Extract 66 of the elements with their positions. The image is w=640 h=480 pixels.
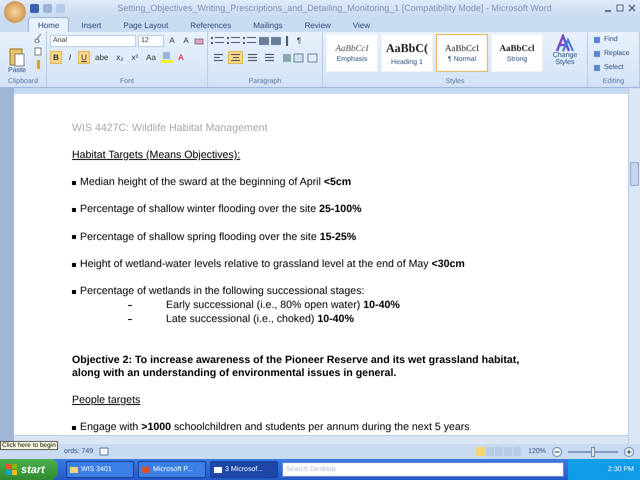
scissors-icon[interactable] bbox=[34, 34, 43, 43]
zoom-slider-thumb[interactable] bbox=[591, 446, 595, 456]
ribbon-tab[interactable]: View bbox=[342, 17, 380, 32]
shrink-font-button[interactable]: A bbox=[180, 34, 192, 47]
ribbon-tab[interactable]: Insert bbox=[71, 17, 112, 32]
bullet-icon bbox=[72, 262, 76, 267]
save-icon[interactable] bbox=[30, 4, 39, 12]
list-icon[interactable] bbox=[243, 36, 257, 46]
font-color-button[interactable]: A bbox=[174, 51, 187, 64]
clipboard-icon bbox=[9, 47, 25, 67]
borders-icon[interactable] bbox=[307, 52, 319, 62]
window-title: Setting_Objectives_Writing_Prescriptions_and_Detailing_Monitoring_1 [Compatibility Mode] - Microsoft Word bbox=[116, 3, 553, 13]
underline-button[interactable]: U bbox=[78, 51, 90, 64]
dash-icon bbox=[128, 319, 132, 320]
subscript-button[interactable]: x₂ bbox=[113, 51, 126, 64]
vertical-scrollbar[interactable] bbox=[628, 88, 640, 444]
section-heading: People targets bbox=[72, 394, 142, 408]
bullet-text: Engage with >1000 schoolchildren and students per annum during the next 5 years bbox=[80, 421, 470, 435]
document-header: WIS 4427C: Wildlife Habitat Management bbox=[72, 122, 268, 136]
close-icon[interactable] bbox=[628, 4, 636, 12]
strikethrough-button[interactable]: abe bbox=[92, 51, 112, 64]
list-icon[interactable] bbox=[211, 36, 225, 46]
grow-font-button[interactable]: A bbox=[166, 34, 178, 47]
bullet-text: Percentage of shallow spring flooding over the site 15-25% bbox=[80, 230, 356, 244]
bullet-icon bbox=[72, 426, 76, 430]
restore-icon[interactable] bbox=[616, 4, 624, 12]
ribbon-tab[interactable]: Page Layout bbox=[113, 17, 178, 32]
zoom-in-icon[interactable] bbox=[624, 446, 634, 456]
window-icon bbox=[142, 466, 150, 474]
window-icon bbox=[70, 466, 78, 474]
copy-icon[interactable] bbox=[34, 47, 43, 56]
section-heading: Habitat Targets (Means Objectives): bbox=[72, 149, 242, 162]
horizontal-scrollbar[interactable] bbox=[14, 435, 628, 444]
proofing-icon[interactable] bbox=[99, 447, 110, 456]
bullet-icon bbox=[72, 180, 76, 185]
bold-button[interactable]: B bbox=[50, 51, 62, 64]
sub-bullet-text: Early successional (i.e., 80% open water) 10-40% bbox=[166, 298, 400, 313]
ribbon-tab[interactable]: References bbox=[180, 17, 242, 32]
show-marks-button[interactable]: ¶ bbox=[293, 34, 305, 47]
bullet-icon bbox=[72, 208, 76, 212]
ribbon-tab[interactable]: Review bbox=[294, 17, 341, 32]
list-icon[interactable] bbox=[227, 36, 241, 46]
bullet-icon bbox=[72, 290, 76, 294]
office-button[interactable] bbox=[4, 1, 26, 23]
italic-button[interactable]: I bbox=[64, 51, 76, 64]
align-button[interactable] bbox=[228, 51, 243, 64]
align-button[interactable] bbox=[262, 51, 277, 64]
bullet-text: Median height of the sward at the beginning of April <5cm bbox=[80, 176, 352, 190]
window-icon bbox=[214, 466, 222, 474]
dash-icon bbox=[128, 305, 132, 306]
align-button[interactable] bbox=[211, 51, 226, 64]
ribbon-tab[interactable]: Home bbox=[28, 17, 70, 32]
bullet-text: Height of wetland-water levels relative to grassland level at the end of May <30cm bbox=[80, 258, 465, 272]
align-button[interactable] bbox=[245, 51, 260, 64]
styles-icon bbox=[555, 34, 575, 52]
windows-logo-icon bbox=[6, 464, 18, 476]
bullet-text: Percentage of shallow winter flooding over the site 25-100% bbox=[80, 203, 362, 218]
zoom-out-icon[interactable] bbox=[552, 446, 562, 456]
sub-bullet-text: Late successional (i.e., choked) 10-40% bbox=[166, 312, 354, 327]
change-case-button[interactable]: Aa bbox=[143, 51, 159, 64]
objective-paragraph: Objective 2: To increase awareness of the Pioneer Reserve and its wet grassland habitat, along with an understanding of environmental issues in general. bbox=[72, 354, 520, 381]
bullet-text: Percentage of wetlands in the following successional stages: bbox=[80, 285, 364, 299]
bullet-icon bbox=[72, 235, 76, 240]
ribbon-tab[interactable]: Mailings bbox=[243, 17, 293, 32]
start-button[interactable]: start bbox=[0, 459, 58, 480]
superscript-button[interactable]: x² bbox=[128, 51, 142, 64]
